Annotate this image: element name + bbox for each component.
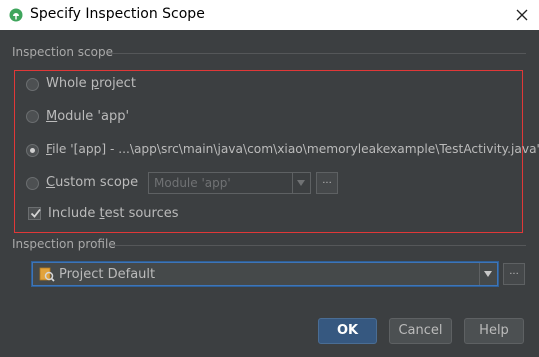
help-button[interactable]: Help [464, 318, 524, 344]
profile-combo[interactable]: Project Default [32, 262, 498, 286]
profile-browse-button[interactable]: ... [503, 263, 525, 285]
chevron-down-icon [297, 180, 305, 186]
custom-scope-combo[interactable]: Module 'app' [148, 172, 311, 194]
ok-button[interactable]: OK [318, 318, 377, 344]
radio-module-app[interactable] [26, 110, 39, 123]
radio-custom-scope[interactable] [26, 177, 39, 190]
custom-scope-dropdown-arrow[interactable] [292, 173, 310, 193]
include-tests-checkbox[interactable] [28, 207, 41, 220]
custom-scope-combo-value: Module 'app' [154, 176, 231, 190]
profile-value: Project Default [59, 267, 156, 282]
cancel-button[interactable]: Cancel [389, 318, 452, 344]
checkmark-icon [30, 208, 41, 218]
radio-whole-project[interactable] [26, 78, 39, 91]
title-bar: Specify Inspection Scope [0, 0, 539, 30]
label-file[interactable]: File '[app] - ...\app\src\main\java\com\… [46, 142, 539, 156]
profile-separator [110, 245, 526, 246]
radio-file[interactable] [26, 144, 39, 157]
label-whole-project[interactable]: Whole project [46, 76, 136, 91]
profile-dropdown-arrow[interactable] [479, 263, 497, 285]
scope-separator [108, 53, 526, 54]
label-custom-scope[interactable]: Custom scope [46, 175, 138, 190]
inspection-profile-icon [39, 267, 55, 282]
label-module-app[interactable]: Module 'app' [46, 109, 129, 124]
chevron-down-icon [484, 271, 492, 277]
android-studio-icon [9, 8, 23, 22]
close-icon[interactable] [511, 4, 533, 26]
scope-section-label: Inspection scope [12, 45, 113, 59]
include-tests-label[interactable]: Include test sources [48, 206, 179, 221]
profile-section-label: Inspection profile [12, 237, 116, 251]
window-title: Specify Inspection Scope [30, 6, 205, 22]
custom-scope-browse-button[interactable]: ... [316, 172, 338, 194]
